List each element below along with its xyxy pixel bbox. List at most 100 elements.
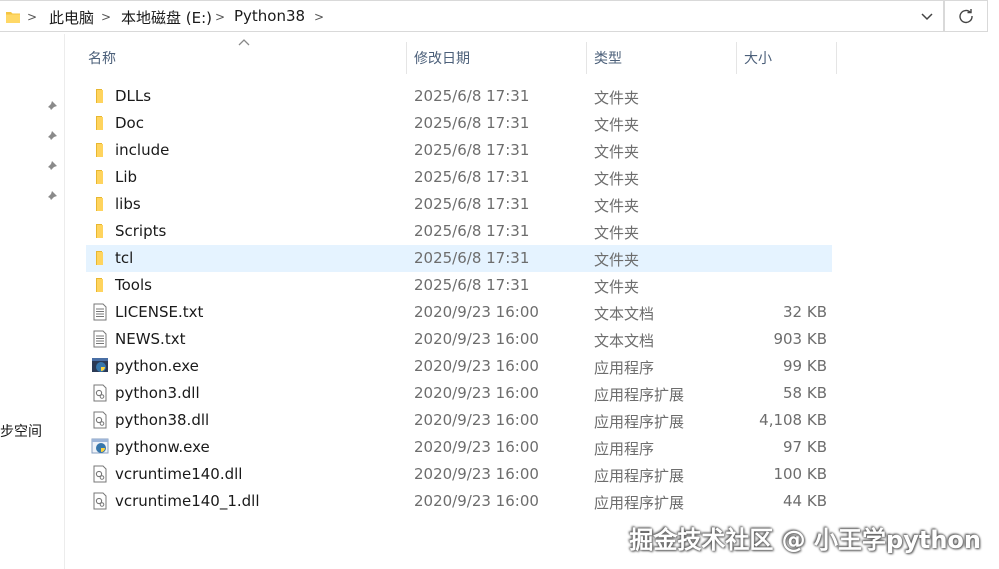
file-name: python.exe: [115, 357, 199, 375]
breadcrumb-this-pc[interactable]: 此电脑: [49, 7, 94, 28]
folder-icon: [91, 222, 109, 240]
address-bar[interactable]: > 此电脑 > 本地磁盘 (E:) > Python38 >: [0, 0, 944, 32]
file-date: 2020/9/23 16:00: [414, 384, 539, 402]
pin-icon[interactable]: [44, 100, 58, 114]
file-date: 2025/6/8 17:31: [414, 141, 530, 159]
column-header-type[interactable]: 类型: [594, 48, 622, 68]
folder-icon: [91, 87, 109, 105]
folder-icon: [91, 249, 109, 267]
file-row[interactable]: vcruntime140.dll 2020/9/23 16:00 应用程序扩展 100…: [86, 461, 832, 488]
file-size: 99 KB: [783, 357, 827, 375]
text-file-icon: [91, 303, 109, 321]
pin-icon[interactable]: [44, 190, 58, 204]
column-divider[interactable]: [586, 42, 587, 74]
file-date: 2020/9/23 16:00: [414, 303, 539, 321]
file-row[interactable]: python3.dll 2020/9/23 16:00 应用程序扩展 58 KB: [86, 380, 832, 407]
file-type: 文件夹: [594, 89, 640, 107]
watermark: 掘金技术社区 @ 小王学python: [629, 526, 981, 554]
column-divider[interactable]: [736, 42, 737, 74]
file-row[interactable]: LICENSE.txt 2020/9/23 16:00 文本文档 32 KB: [86, 299, 832, 326]
file-name: tcl: [115, 249, 134, 267]
file-date: 2020/9/23 16:00: [414, 438, 539, 456]
file-name: DLLs: [115, 87, 152, 105]
chevron-down-icon[interactable]: [920, 11, 934, 23]
file-row[interactable]: python.exe 2020/9/23 16:00 应用程序 99 KB: [86, 353, 832, 380]
navigation-pane: 步空间: [0, 34, 65, 569]
file-type: 文件夹: [594, 278, 640, 296]
file-name: vcruntime140.dll: [115, 465, 243, 483]
file-type: 文本文档: [594, 305, 655, 323]
file-size: 44 KB: [783, 492, 827, 510]
refresh-button[interactable]: [944, 0, 988, 32]
column-divider[interactable]: [836, 42, 837, 74]
file-size: 58 KB: [783, 384, 827, 402]
file-name: NEWS.txt: [115, 330, 186, 348]
file-type: 文件夹: [594, 251, 640, 269]
pin-icon[interactable]: [44, 160, 58, 174]
file-date: 2025/6/8 17:31: [414, 168, 530, 186]
file-date: 2025/6/8 17:31: [414, 195, 530, 213]
chevron-right-icon[interactable]: >: [27, 10, 37, 24]
chevron-right-icon[interactable]: >: [215, 10, 225, 24]
file-row[interactable]: vcruntime140_1.dll 2020/9/23 16:00 应用程序扩展 4…: [86, 488, 832, 515]
dll-file-icon: [91, 465, 109, 483]
dll-file-icon: [91, 384, 109, 402]
column-header-name[interactable]: 名称: [88, 48, 116, 68]
file-type: 文件夹: [594, 224, 640, 242]
folder-icon: [91, 168, 109, 186]
file-name: Tools: [115, 276, 152, 294]
file-name: libs: [115, 195, 141, 213]
dll-file-icon: [91, 411, 109, 429]
text-file-icon: [91, 330, 109, 348]
file-row[interactable]: python38.dll 2020/9/23 16:00 应用程序扩展 4,108 K…: [86, 407, 832, 434]
file-row[interactable]: pythonw.exe 2020/9/23 16:00 应用程序 97 KB: [86, 434, 832, 461]
python-exe-icon: [91, 357, 109, 375]
file-name: LICENSE.txt: [115, 303, 204, 321]
chevron-right-icon[interactable]: >: [101, 10, 111, 24]
breadcrumb-python38[interactable]: Python38: [234, 7, 305, 25]
address-bar-area: > 此电脑 > 本地磁盘 (E:) > Python38 >: [0, 0, 999, 34]
file-row[interactable]: NEWS.txt 2020/9/23 16:00 文本文档 903 KB: [86, 326, 832, 353]
pythonw-exe-icon: [91, 438, 109, 456]
file-name: python38.dll: [115, 411, 210, 429]
file-type: 文件夹: [594, 170, 640, 188]
file-type: 文件夹: [594, 143, 640, 161]
dll-file-icon: [91, 492, 109, 510]
file-size: 903 KB: [773, 330, 827, 348]
file-row[interactable]: DLLs 2025/6/8 17:31 文件夹: [86, 83, 832, 110]
file-type: 文件夹: [594, 116, 640, 134]
file-row[interactable]: Tools 2025/6/8 17:31 文件夹: [86, 272, 832, 299]
file-name: Doc: [115, 114, 144, 132]
file-row[interactable]: Lib 2025/6/8 17:31 文件夹: [86, 164, 832, 191]
file-type: 应用程序扩展: [594, 413, 685, 431]
column-header-size[interactable]: 大小: [744, 48, 772, 68]
file-type: 应用程序: [594, 359, 655, 377]
file-type: 应用程序扩展: [594, 467, 685, 485]
file-name: include: [115, 141, 170, 159]
folder-icon: [91, 276, 109, 294]
column-header-date[interactable]: 修改日期: [414, 48, 470, 68]
file-name: python3.dll: [115, 384, 200, 402]
file-date: 2020/9/23 16:00: [414, 411, 539, 429]
nav-item-sync-space[interactable]: 步空间: [0, 421, 42, 441]
column-divider[interactable]: [406, 42, 407, 74]
folder-icon: [91, 114, 109, 132]
breadcrumb: > 此电脑 > 本地磁盘 (E:) > Python38 >: [0, 1, 900, 33]
folder-icon: [91, 141, 109, 159]
pin-icon[interactable]: [44, 130, 58, 144]
file-date: 2025/6/8 17:31: [414, 114, 530, 132]
file-date: 2025/6/8 17:31: [414, 249, 530, 267]
file-row[interactable]: include 2025/6/8 17:31 文件夹: [86, 137, 832, 164]
file-row[interactable]: libs 2025/6/8 17:31 文件夹: [86, 191, 832, 218]
file-row[interactable]: tcl 2025/6/8 17:31 文件夹: [86, 245, 832, 272]
file-name: pythonw.exe: [115, 438, 210, 456]
file-type: 应用程序: [594, 440, 655, 458]
refresh-icon: [959, 9, 973, 24]
file-name: vcruntime140_1.dll: [115, 492, 260, 510]
file-row[interactable]: Scripts 2025/6/8 17:31 文件夹: [86, 218, 832, 245]
breadcrumb-local-disk[interactable]: 本地磁盘 (E:): [121, 7, 212, 28]
file-row[interactable]: Doc 2025/6/8 17:31 文件夹: [86, 110, 832, 137]
file-date: 2025/6/8 17:31: [414, 276, 530, 294]
chevron-right-icon[interactable]: >: [314, 10, 324, 24]
file-date: 2020/9/23 16:00: [414, 465, 539, 483]
